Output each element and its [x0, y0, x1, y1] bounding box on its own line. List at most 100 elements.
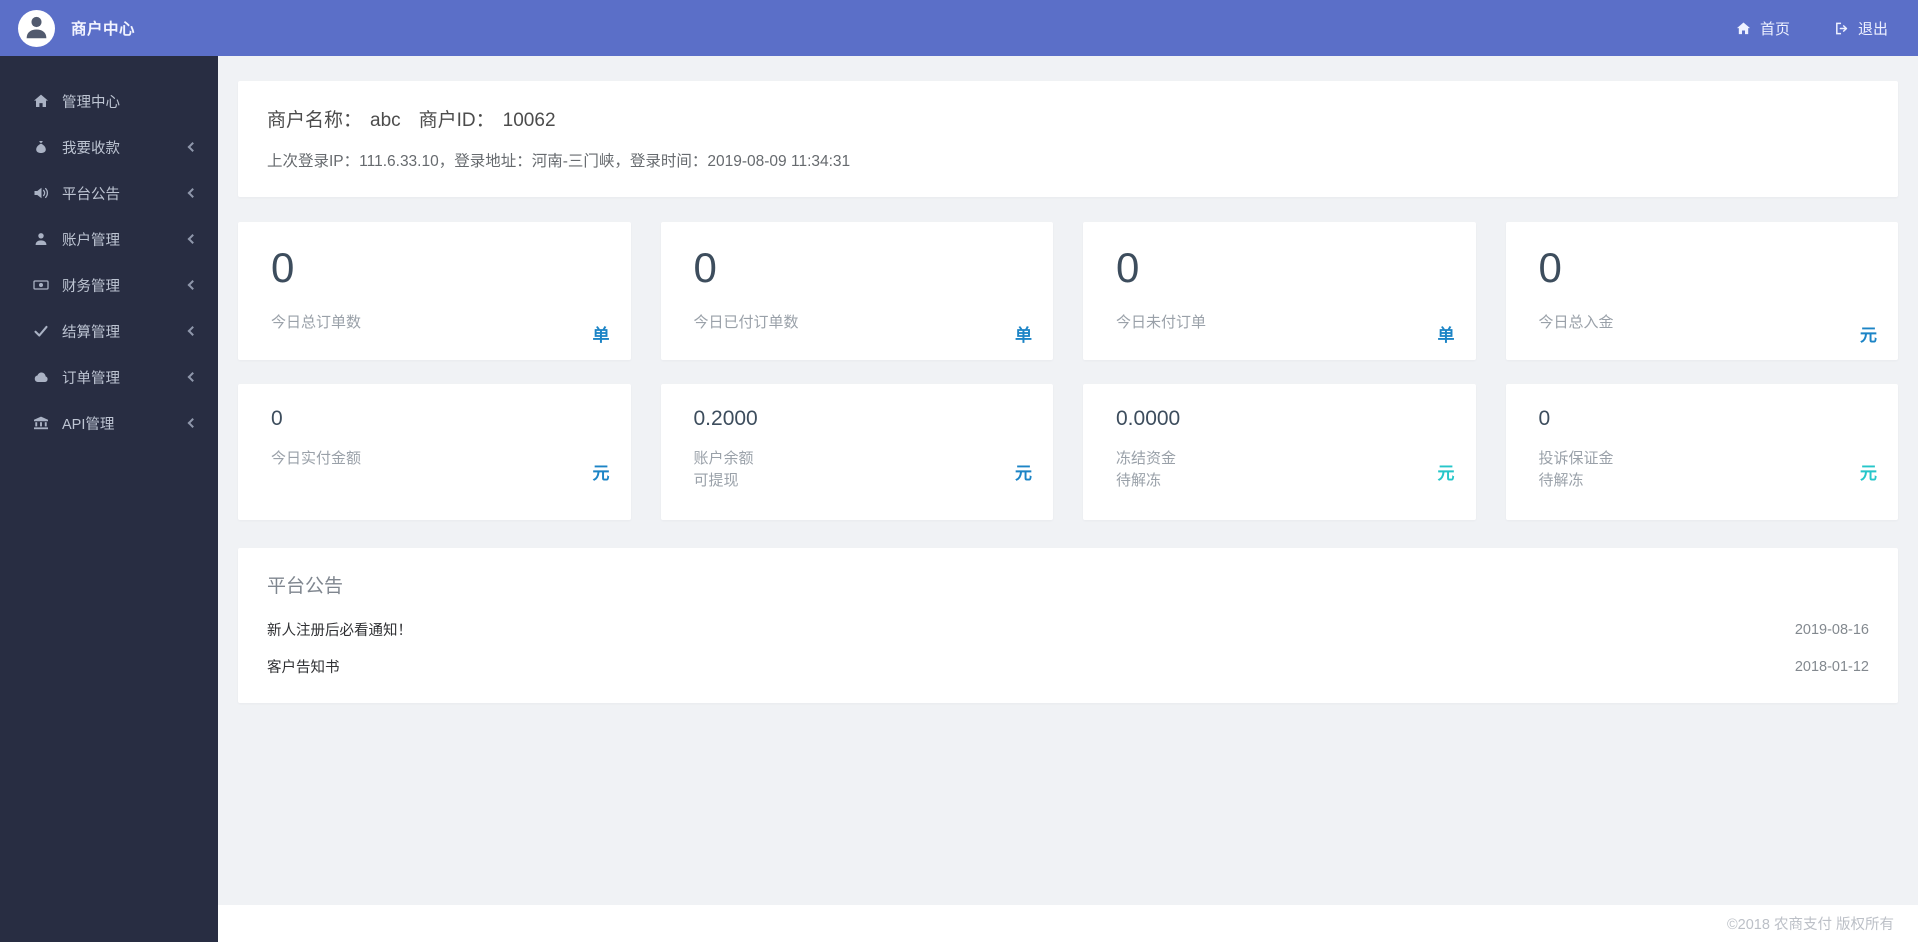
stat-value: 0 — [1538, 244, 1562, 291]
sidebar-item-label: 平台公告 — [62, 186, 120, 203]
home-link[interactable]: 首页 — [1736, 18, 1790, 39]
user-avatar[interactable] — [18, 9, 55, 47]
stats-row-1: 0 今日总订单数 单 0 今日已付订单数 单 0 今日未付订单 单 0 今日总入… — [238, 222, 1898, 360]
navbar-actions: 首页 退出 — [1736, 18, 1888, 39]
sidebar-item-api-management[interactable]: API管理 — [0, 400, 218, 446]
sidebar: 管理中心 我要收款 平台公告 账户管理 财务管理 结算管理 订单管理 API管理 — [0, 56, 218, 942]
chevron-left-icon — [187, 280, 198, 290]
sidebar-item-receive-payment[interactable]: 我要收款 — [0, 124, 218, 170]
stat-value: 0 — [1116, 244, 1140, 291]
sidebar-item-account-management[interactable]: 账户管理 — [0, 216, 218, 262]
sidebar-item-finance-management[interactable]: 财务管理 — [0, 262, 218, 308]
stat-unit: 元 — [1860, 464, 1877, 483]
stat-card-account-balance: 0.2000 账户余额 可提现 元 — [660, 384, 1053, 520]
stat-unit: 元 — [1860, 326, 1877, 345]
stat-label: 投诉保证金 — [1538, 450, 1614, 467]
user-avatar-icon — [22, 11, 51, 47]
stat-label: 今日已付订单数 — [693, 314, 799, 331]
announcement-row: 客户告知书 2018-01-12 — [267, 656, 1869, 677]
sidebar-item-label: 我要收款 — [62, 140, 120, 157]
stat-sublabel: 可提现 — [693, 471, 739, 489]
stat-unit: 元 — [1015, 464, 1032, 483]
announcement-date: 2018-01-12 — [1794, 658, 1869, 675]
stat-card-complaint-deposit: 0 投诉保证金 待解冻 元 — [1505, 384, 1898, 520]
order-cloud-icon — [33, 369, 49, 385]
page-footer: ©2018 农商支付 版权所有 — [218, 905, 1918, 942]
last-login-line: 上次登录IP：111.6.33.10，登录地址：河南-三门峡，登录时间：2019… — [267, 153, 851, 170]
stat-label: 今日实付金额 — [271, 450, 362, 467]
chevron-left-icon — [187, 234, 198, 244]
home-icon — [1736, 21, 1751, 36]
merchant-name-value: abc — [370, 110, 401, 131]
sidebar-item-label: 订单管理 — [62, 370, 120, 387]
stat-card-frozen-funds: 0.0000 冻结资金 待解冻 元 — [1083, 384, 1476, 520]
merchant-id-label: 商户ID： — [418, 110, 495, 131]
announcements-title: 平台公告 — [267, 576, 344, 597]
stat-value: 0 — [693, 244, 717, 291]
chevron-left-icon — [187, 372, 198, 382]
user-icon — [33, 231, 49, 247]
sidebar-item-label: API管理 — [62, 416, 115, 433]
stat-unit: 单 — [1015, 326, 1032, 345]
stat-label: 冻结资金 — [1116, 450, 1177, 467]
stat-label: 今日总入金 — [1538, 314, 1614, 331]
chevron-left-icon — [187, 326, 198, 336]
merchant-identity-line: 商户名称： abc 商户ID： 10062 — [267, 105, 1869, 132]
stat-label: 今日总订单数 — [271, 314, 362, 331]
stat-sublabel: 待解冻 — [1538, 471, 1584, 489]
stat-value: 0 — [1538, 407, 1551, 430]
chevron-left-icon — [187, 188, 198, 198]
stat-unit: 元 — [592, 464, 610, 483]
brand-area: 商户中心 — [18, 9, 136, 47]
stat-sublabel: 待解冻 — [1116, 471, 1162, 489]
merchant-info-card: 商户名称： abc 商户ID： 10062 上次登录IP：111.6.33.10… — [238, 81, 1898, 197]
announcement-row: 新人注册后必看通知！ 2019-08-16 — [267, 619, 1869, 640]
home-link-label: 首页 — [1759, 20, 1790, 38]
stats-row-2: 0 今日实付金额 元 0.2000 账户余额 可提现 元 0.0000 冻结资金 — [238, 384, 1898, 520]
copyright-text: ©2018 农商支付 版权所有 — [1727, 917, 1894, 933]
sidebar-item-admin-center[interactable]: 管理中心 — [0, 78, 218, 124]
stat-card-total-income: 0 今日总入金 元 — [1505, 222, 1898, 360]
sidebar-item-label: 财务管理 — [62, 278, 120, 295]
sidebar-item-platform-announcement[interactable]: 平台公告 — [0, 170, 218, 216]
announcement-link[interactable]: 新人注册后必看通知！ — [267, 619, 412, 640]
settlement-check-icon — [33, 323, 49, 339]
announcement-date: 2019-08-16 — [1794, 621, 1869, 638]
sidebar-item-settlement-management[interactable]: 结算管理 — [0, 308, 218, 354]
announcements-card: 平台公告 新人注册后必看通知！ 2019-08-16 客户告知书 2018-01… — [238, 548, 1898, 703]
stat-value: 0 — [271, 407, 283, 430]
stat-unit: 元 — [1437, 464, 1455, 483]
stat-value: 0 — [271, 244, 295, 291]
stat-unit: 单 — [1437, 326, 1455, 345]
api-bank-icon — [33, 415, 49, 431]
finance-icon — [33, 277, 49, 293]
stat-unit: 单 — [592, 326, 610, 345]
stat-card-unpaid-orders: 0 今日未付订单 单 — [1083, 222, 1476, 360]
sidebar-item-label: 结算管理 — [62, 324, 120, 341]
stat-label: 账户余额 — [693, 450, 754, 467]
sidebar-item-label: 管理中心 — [62, 94, 120, 111]
stat-label: 今日未付订单 — [1116, 314, 1207, 331]
stat-card-paid-amount: 0 今日实付金额 元 — [238, 384, 631, 520]
top-navbar: 商户中心 首页 退出 — [0, 0, 1918, 56]
sidebar-item-order-management[interactable]: 订单管理 — [0, 354, 218, 400]
receive-payment-icon — [33, 139, 49, 155]
logout-link-label: 退出 — [1857, 20, 1888, 38]
chevron-left-icon — [187, 142, 198, 152]
stat-value: 0.0000 — [1116, 407, 1181, 430]
merchant-id-value: 10062 — [502, 110, 556, 131]
merchant-dashboard: 商户中心 首页 退出 管理中心 我要收款 平台公告 账户管理 财务管理 结算管理… — [0, 0, 1918, 942]
merchant-name-label: 商户名称： — [267, 110, 363, 131]
app-title: 商户中心 — [71, 21, 136, 38]
sign-out-icon — [1834, 21, 1849, 36]
stat-value: 0.2000 — [693, 407, 758, 430]
home-icon — [33, 93, 49, 109]
logout-link[interactable]: 退出 — [1834, 18, 1888, 39]
announcement-icon — [33, 185, 49, 201]
chevron-left-icon — [187, 418, 198, 428]
stat-card-total-orders: 0 今日总订单数 单 — [238, 222, 631, 360]
announcement-link[interactable]: 客户告知书 — [267, 656, 340, 677]
sidebar-item-label: 账户管理 — [62, 232, 120, 249]
stat-card-paid-orders: 0 今日已付订单数 单 — [660, 222, 1053, 360]
main-content: 商户名称： abc 商户ID： 10062 上次登录IP：111.6.33.10… — [218, 56, 1918, 905]
